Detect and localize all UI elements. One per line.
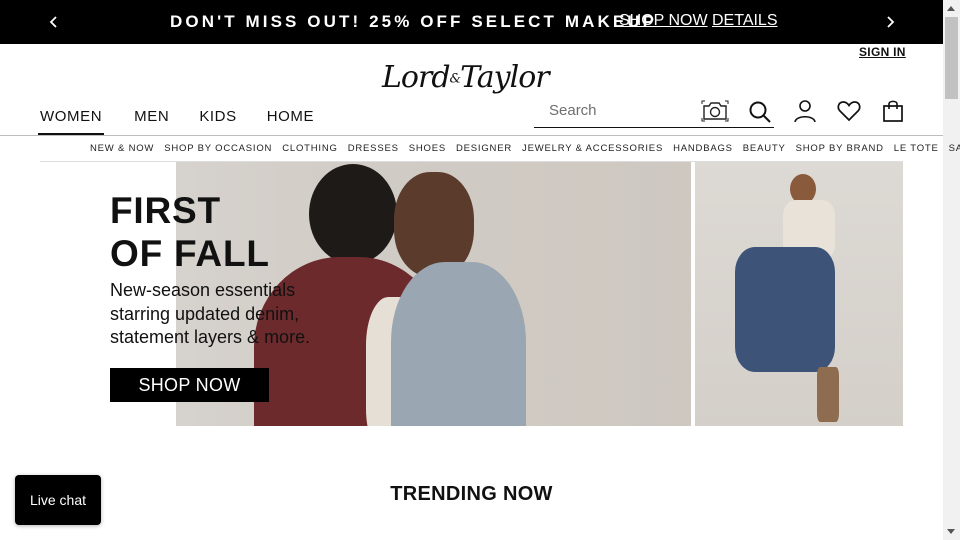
subnav-beauty[interactable]: BEAUTY bbox=[743, 143, 786, 154]
hero-figure-man-head bbox=[309, 164, 397, 264]
promo-details-link[interactable]: DETAILS bbox=[712, 12, 778, 30]
subnav-shop-by-occasion[interactable]: SHOP BY OCCASION bbox=[164, 143, 272, 154]
scroll-up-arrow-icon[interactable] bbox=[947, 6, 955, 11]
main-nav-men[interactable]: MEN bbox=[134, 108, 169, 136]
subnav-new-and-now[interactable]: NEW & NOW bbox=[90, 143, 154, 154]
subnav-clothing[interactable]: CLOTHING bbox=[282, 143, 338, 154]
search-input[interactable] bbox=[549, 102, 699, 119]
hero-title-line-2: OF FALL bbox=[110, 233, 270, 274]
camera-icon[interactable] bbox=[701, 99, 729, 123]
heart-icon[interactable] bbox=[837, 99, 861, 123]
shopping-bag-icon[interactable] bbox=[881, 99, 905, 123]
subnav-le-tote[interactable]: LE TOTE bbox=[894, 143, 939, 154]
site-logo[interactable]: Lord&Taylor bbox=[382, 60, 550, 95]
hero-image-denim-model[interactable] bbox=[695, 162, 903, 426]
subnav-sale[interactable]: SALE bbox=[949, 143, 960, 154]
main-nav-kids[interactable]: KIDS bbox=[199, 108, 236, 136]
promo-shop-now-link[interactable]: SHOP NOW bbox=[619, 12, 708, 30]
header-divider bbox=[0, 135, 943, 136]
subnav-dresses[interactable]: DRESSES bbox=[348, 143, 399, 154]
page-scrollbar[interactable] bbox=[943, 0, 960, 540]
hero-subtitle: New-season essentials starring updated d… bbox=[110, 280, 311, 347]
hero-figure-model-boot bbox=[817, 367, 839, 422]
hero-figure-model-jeans bbox=[735, 247, 835, 372]
chevron-left-icon[interactable] bbox=[44, 12, 64, 32]
main-navigation: WOMEN MEN KIDS HOME bbox=[38, 108, 344, 136]
scroll-down-arrow-icon[interactable] bbox=[947, 529, 955, 534]
sign-in-link[interactable]: SIGN IN bbox=[859, 45, 906, 59]
search-icon[interactable] bbox=[748, 100, 772, 124]
main-nav-women[interactable]: WOMEN bbox=[38, 108, 105, 136]
subnav-designer[interactable]: DESIGNER bbox=[456, 143, 512, 154]
logo-text-taylor: Taylor bbox=[460, 60, 550, 95]
subnav-handbags[interactable]: HANDBAGS bbox=[673, 143, 733, 154]
live-chat-button[interactable]: Live chat bbox=[15, 475, 101, 525]
scrollbar-thumb[interactable] bbox=[945, 17, 958, 99]
promo-banner: DON'T MISS OUT! 25% OFF SELECT MAKEUP SH… bbox=[0, 0, 943, 44]
category-navigation: NEW & NOW SHOP BY OCCASION CLOTHING DRES… bbox=[90, 143, 960, 154]
subnav-jewelry-accessories[interactable]: JEWELRY & ACCESSORIES bbox=[522, 143, 663, 154]
main-nav-home[interactable]: HOME bbox=[267, 108, 314, 136]
hero-title-line-1: FIRST bbox=[110, 190, 221, 231]
logo-text-lord: Lord bbox=[382, 60, 451, 95]
subnav-shop-by-brand[interactable]: SHOP BY BRAND bbox=[796, 143, 884, 154]
subnav-shoes[interactable]: SHOES bbox=[409, 143, 446, 154]
chevron-right-icon[interactable] bbox=[880, 12, 900, 32]
hero-title: FIRST OF FALL bbox=[110, 189, 270, 275]
trending-now-heading: TRENDING NOW bbox=[390, 483, 553, 505]
user-icon[interactable] bbox=[793, 99, 817, 123]
search-bar bbox=[534, 95, 774, 128]
logo-ampersand: & bbox=[449, 71, 462, 87]
hero-figure-woman-jacket bbox=[391, 262, 526, 426]
promo-message: DON'T MISS OUT! 25% OFF SELECT MAKEUP bbox=[170, 12, 658, 31]
hero-shop-now-button[interactable]: SHOP NOW bbox=[110, 368, 269, 402]
